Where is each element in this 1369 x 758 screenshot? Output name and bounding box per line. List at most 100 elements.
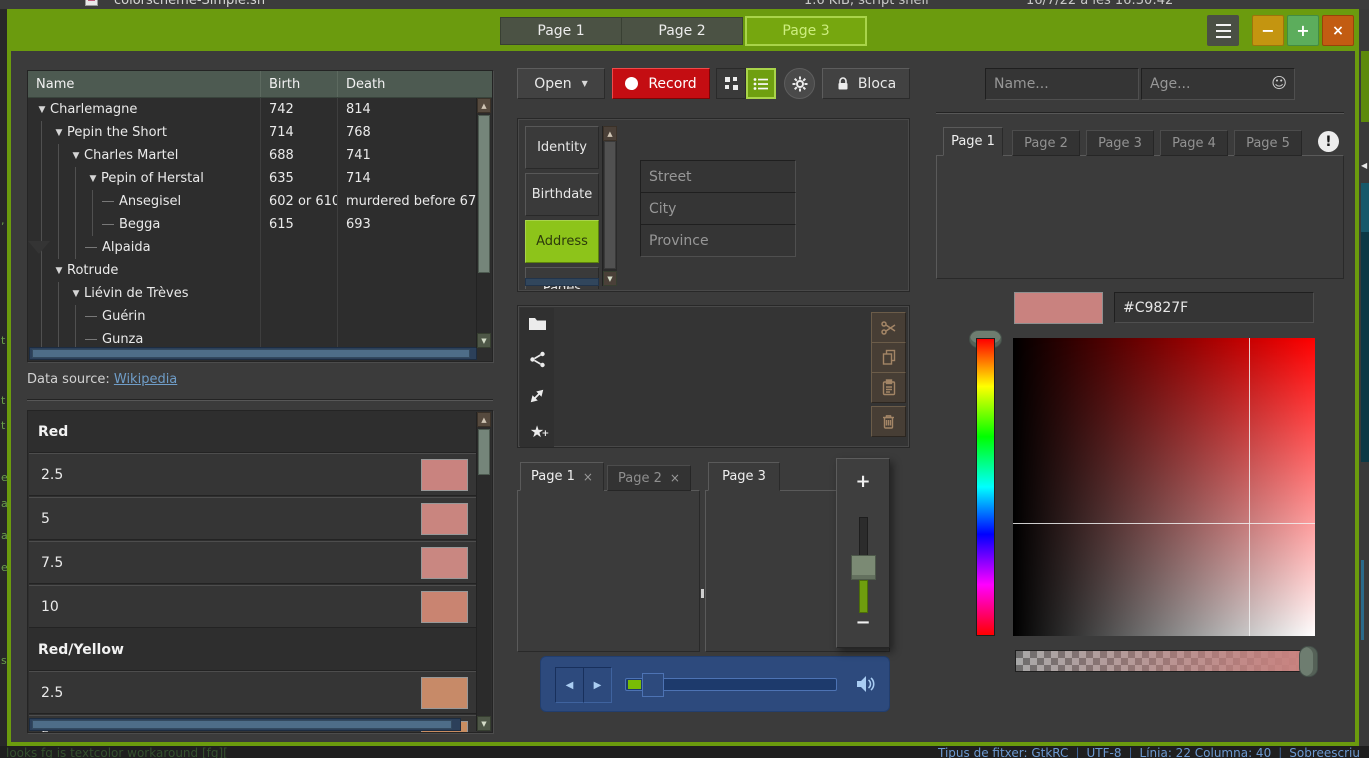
category-button-birthdate[interactable]: Birthdate <box>525 173 599 216</box>
previous-button[interactable]: ◀ <box>555 667 584 703</box>
expander-icon[interactable]: ▼ <box>51 128 67 138</box>
menu-button[interactable] <box>1207 15 1239 46</box>
volume-down-button[interactable]: − <box>837 612 889 633</box>
share-icon[interactable] <box>529 351 546 372</box>
tab-page-4[interactable]: Page 4 <box>1160 130 1228 156</box>
doc-tab[interactable]: Page 1× <box>520 462 604 491</box>
category-button-address[interactable]: Address <box>525 220 599 263</box>
scroll-up-button[interactable]: ▲ <box>603 126 617 141</box>
tab-page-3[interactable]: Page 3 <box>1086 130 1154 156</box>
grid-view-toggle[interactable] <box>716 68 746 99</box>
tree-row[interactable]: Ansegisel602 or 610murdered before 679 <box>28 190 476 213</box>
expand-icon[interactable] <box>529 388 545 408</box>
titlebar-tab[interactable]: Page 1 <box>500 17 622 45</box>
seek-slider-handle[interactable] <box>642 673 664 697</box>
tree-row[interactable]: ▼Charlemagne742814 <box>28 98 476 121</box>
scrollbar-thumb[interactable] <box>478 429 490 475</box>
doc-tab[interactable]: Page 3 <box>708 462 780 491</box>
expander-icon[interactable]: ▼ <box>68 289 84 299</box>
scrollbar-thumb[interactable] <box>32 349 470 358</box>
scrollbar-thumb[interactable] <box>604 141 616 269</box>
column-header-death[interactable]: Death <box>337 71 492 97</box>
list-vertical-scrollbar[interactable]: ▲ ▼ <box>476 412 491 731</box>
saturation-value-square[interactable] <box>1013 338 1315 636</box>
list-view-toggle[interactable] <box>746 68 776 99</box>
expander-icon[interactable]: ▼ <box>51 266 67 276</box>
record-button[interactable]: Record <box>612 68 710 99</box>
close-tab-icon[interactable]: × <box>670 471 680 485</box>
list-horizontal-scrollbar[interactable] <box>29 718 461 731</box>
volume-slider-fill <box>859 580 868 613</box>
category-vertical-scrollbar[interactable]: ▲ ▼ <box>602 126 617 286</box>
splitter-grip[interactable] <box>701 589 704 598</box>
list-item[interactable]: 2.5 <box>29 671 477 714</box>
lock-button[interactable]: Bloca <box>822 68 910 99</box>
tree-indent <box>34 213 51 236</box>
name-input[interactable] <box>985 68 1139 100</box>
scroll-up-button[interactable]: ▲ <box>477 98 491 113</box>
next-button[interactable]: ▶ <box>583 667 612 703</box>
doc-tab[interactable]: Page 2× <box>607 465 691 491</box>
scroll-up-button[interactable]: ▲ <box>477 412 491 427</box>
list-item[interactable]: 7.5 <box>29 541 477 584</box>
tab-page-1[interactable]: Page 1 <box>943 127 1003 156</box>
tree-vertical-scrollbar[interactable]: ▲ ▼ <box>476 98 491 348</box>
tree-row[interactable]: Guérin <box>28 305 476 328</box>
expander-icon[interactable]: ▼ <box>85 174 101 184</box>
maximize-button[interactable]: + <box>1287 15 1319 46</box>
tree-row[interactable]: ▼Pepin of Herstal635714 <box>28 167 476 190</box>
volume-slider-handle[interactable] <box>851 555 876 580</box>
category-button-identity[interactable]: Identity <box>525 126 599 169</box>
alpha-slider[interactable] <box>1015 650 1308 672</box>
tree-row[interactable]: ▼Pepin the Short714768 <box>28 121 476 144</box>
star-add-icon[interactable]: ★+ <box>530 424 544 440</box>
category-horizontal-scrollbar[interactable] <box>525 278 599 286</box>
open-label: Open <box>534 76 571 92</box>
list-item[interactable]: 10 <box>29 585 477 628</box>
column-header-birth[interactable]: Birth <box>260 71 337 97</box>
list-item[interactable]: 5 <box>29 497 477 540</box>
tree-row[interactable]: ▼Liévin de Trèves <box>28 282 476 305</box>
street-field[interactable] <box>640 160 796 193</box>
hue-slider[interactable] <box>976 338 995 636</box>
list-item[interactable]: 2.5 <box>29 453 477 496</box>
smiley-icon[interactable]: ☺ <box>1271 74 1287 92</box>
scroll-down-button[interactable]: ▼ <box>477 333 491 348</box>
open-folder-icon[interactable] <box>528 316 547 335</box>
expander-icon[interactable]: ▼ <box>68 151 84 161</box>
close-tab-icon[interactable]: × <box>583 470 593 484</box>
titlebar-tab[interactable]: Page 3 <box>745 16 867 46</box>
paste-button[interactable] <box>871 372 906 403</box>
delete-button[interactable] <box>871 406 906 437</box>
volume-slider-track[interactable] <box>859 517 868 557</box>
tree-row[interactable]: Begga615693 <box>28 213 476 236</box>
tab-page-2[interactable]: Page 2 <box>1012 130 1080 156</box>
city-field[interactable] <box>640 192 796 225</box>
tree-row[interactable]: Gunza <box>28 328 476 348</box>
tree-row[interactable]: ▼Rotrude <box>28 259 476 282</box>
scrollbar-thumb[interactable] <box>32 720 452 729</box>
hex-color-input[interactable] <box>1114 292 1314 323</box>
volume-button[interactable] <box>855 674 877 698</box>
tab-page-5[interactable]: Page 5 <box>1234 130 1302 156</box>
column-header-name[interactable]: Name <box>28 71 260 97</box>
alpha-slider-handle[interactable] <box>1299 646 1318 677</box>
scroll-down-button[interactable]: ▼ <box>477 716 491 731</box>
cut-button[interactable] <box>871 312 906 343</box>
scroll-down-button[interactable]: ▼ <box>603 271 617 286</box>
close-button[interactable]: × <box>1322 15 1354 46</box>
titlebar-tab[interactable]: Page 2 <box>621 17 743 45</box>
tree-row[interactable]: ▼Charles Martel688741 <box>28 144 476 167</box>
minimize-button[interactable]: − <box>1252 15 1284 46</box>
copy-button[interactable] <box>871 342 906 373</box>
volume-up-button[interactable]: + <box>837 471 889 492</box>
scrollbar-thumb[interactable] <box>478 115 490 273</box>
expander-icon[interactable]: ▼ <box>34 105 50 115</box>
settings-button[interactable] <box>784 68 815 99</box>
tree-row[interactable]: Alpaida <box>28 236 476 259</box>
wikipedia-link[interactable]: Wikipedia <box>114 372 177 387</box>
tree-horizontal-scrollbar[interactable] <box>29 347 477 360</box>
open-dropdown-button[interactable]: Open ▼ <box>517 68 605 99</box>
gear-icon <box>791 75 809 93</box>
province-field[interactable] <box>640 224 796 257</box>
